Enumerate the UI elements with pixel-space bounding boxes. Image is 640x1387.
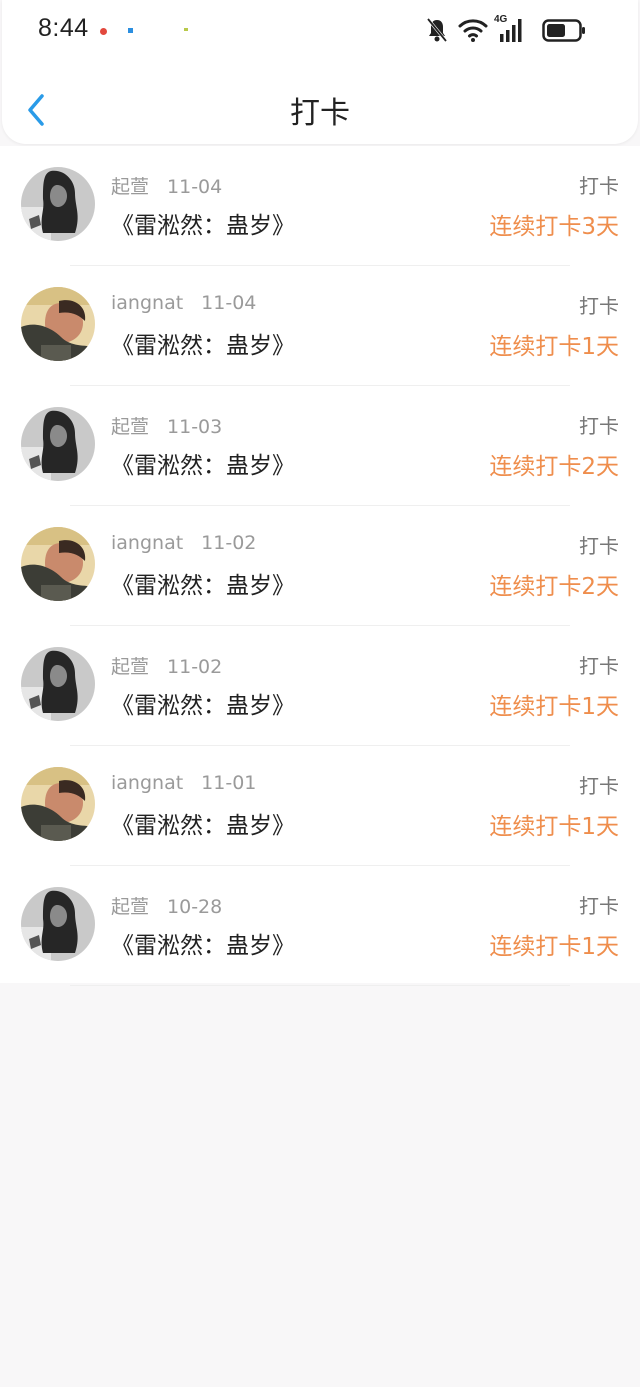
user-name: iangnat bbox=[111, 292, 184, 314]
checkin-action-label: 打卡 bbox=[579, 294, 619, 318]
record-meta: 起萱 11-04 bbox=[111, 172, 222, 199]
avatar[interactable] bbox=[21, 887, 95, 961]
status-time: 8:44 bbox=[38, 14, 89, 42]
record-meta: iangnat 11-02 bbox=[111, 532, 256, 554]
checkin-action-label: 打卡 bbox=[579, 174, 619, 198]
record-meta: 起萱 10-28 bbox=[111, 892, 222, 919]
list-item[interactable]: iangnat 11-01 《雷淞然：蛊岁》 打卡 连续打卡1天 bbox=[0, 746, 640, 866]
list-item[interactable]: 起萱 11-02 《雷淞然：蛊岁》 打卡 连续打卡1天 bbox=[0, 626, 640, 746]
wifi-icon bbox=[458, 19, 488, 42]
record-meta: iangnat 11-04 bbox=[111, 292, 256, 314]
user-name: 起萱 bbox=[111, 896, 150, 918]
record-date: 11-04 bbox=[167, 176, 223, 198]
row-divider bbox=[70, 985, 570, 986]
record-meta: 起萱 11-03 bbox=[111, 412, 222, 439]
book-title: 《雷淞然：蛊岁》 bbox=[111, 453, 295, 479]
user-name: 起萱 bbox=[111, 416, 150, 438]
record-date: 11-03 bbox=[167, 416, 223, 438]
cellular-4g-icon: 4G bbox=[494, 14, 526, 44]
user-name: iangnat bbox=[111, 532, 184, 554]
streak-count: 连续打卡1天 bbox=[489, 814, 619, 840]
record-date: 11-02 bbox=[201, 532, 257, 554]
avatar[interactable] bbox=[21, 287, 95, 361]
checkin-action-label: 打卡 bbox=[579, 894, 619, 918]
avatar[interactable] bbox=[21, 647, 95, 721]
book-title: 《雷淞然：蛊岁》 bbox=[111, 813, 295, 839]
record-meta: iangnat 11-01 bbox=[111, 772, 256, 794]
streak-count: 连续打卡3天 bbox=[489, 214, 619, 240]
list-item[interactable]: iangnat 11-02 《雷淞然：蛊岁》 打卡 连续打卡2天 bbox=[0, 506, 640, 626]
avatar[interactable] bbox=[21, 527, 95, 601]
list-item[interactable]: iangnat 11-04 《雷淞然：蛊岁》 打卡 连续打卡1天 bbox=[0, 266, 640, 386]
list-item[interactable]: 起萱 11-03 《雷淞然：蛊岁》 打卡 连续打卡2天 bbox=[0, 386, 640, 506]
checkin-action-label: 打卡 bbox=[579, 414, 619, 438]
avatar[interactable] bbox=[21, 407, 95, 481]
list-item[interactable]: 起萱 11-04 《雷淞然：蛊岁》 打卡 连续打卡3天 bbox=[0, 146, 640, 266]
book-title: 《雷淞然：蛊岁》 bbox=[111, 693, 295, 719]
page-title: 打卡 bbox=[290, 96, 350, 131]
book-title: 《雷淞然：蛊岁》 bbox=[111, 933, 295, 959]
checkin-action-label: 打卡 bbox=[579, 774, 619, 798]
user-name: 起萱 bbox=[111, 176, 150, 198]
notification-blue-icon bbox=[128, 28, 133, 33]
streak-count: 连续打卡2天 bbox=[489, 454, 619, 480]
streak-count: 连续打卡2天 bbox=[489, 574, 619, 600]
streak-count: 连续打卡1天 bbox=[489, 334, 619, 360]
record-meta: 起萱 11-02 bbox=[111, 652, 222, 679]
checkin-action-label: 打卡 bbox=[579, 534, 619, 558]
notification-red-icon bbox=[100, 28, 107, 35]
notification-green-icon bbox=[184, 28, 188, 31]
record-date: 11-04 bbox=[201, 292, 257, 314]
app-header: 8:44 4G 打卡 bbox=[2, 0, 638, 144]
checkin-action-label: 打卡 bbox=[579, 654, 619, 678]
book-title: 《雷淞然：蛊岁》 bbox=[111, 333, 295, 359]
checkin-list: 起萱 11-04 《雷淞然：蛊岁》 打卡 连续打卡3天 iangnat 11-04 … bbox=[0, 146, 640, 986]
user-name: iangnat bbox=[111, 772, 184, 794]
avatar[interactable] bbox=[21, 767, 95, 841]
avatar[interactable] bbox=[21, 167, 95, 241]
record-date: 11-02 bbox=[167, 656, 223, 678]
book-title: 《雷淞然：蛊岁》 bbox=[111, 573, 295, 599]
streak-count: 连续打卡1天 bbox=[489, 694, 619, 720]
list-item[interactable]: 起萱 10-28 《雷淞然：蛊岁》 打卡 连续打卡1天 bbox=[0, 866, 640, 986]
bell-off-icon bbox=[426, 18, 448, 42]
book-title: 《雷淞然：蛊岁》 bbox=[111, 213, 295, 239]
user-name: 起萱 bbox=[111, 656, 150, 678]
record-date: 10-28 bbox=[167, 896, 223, 918]
battery-icon bbox=[542, 19, 585, 42]
streak-count: 连续打卡1天 bbox=[489, 934, 619, 960]
record-date: 11-01 bbox=[201, 772, 257, 794]
